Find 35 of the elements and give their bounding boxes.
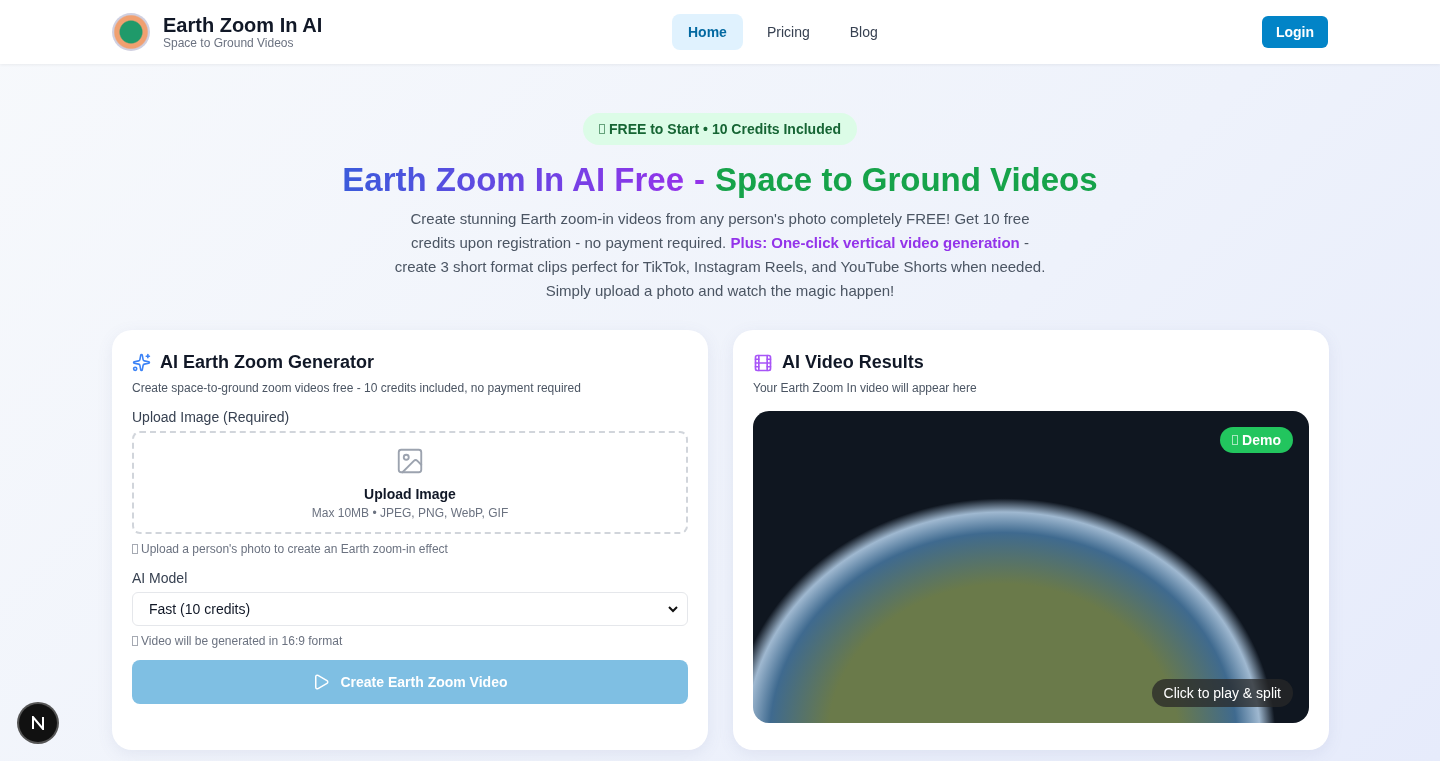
card-title: AI Video Results	[782, 352, 924, 373]
nav-link[interactable]: Home	[672, 14, 743, 50]
field-label: AI Model	[132, 570, 189, 586]
model-select[interactable]: Fast (10 credits)	[132, 592, 688, 626]
upload-hint: Max 10MB • JPEG, PNG, WebP, GIF	[311, 505, 509, 520]
brand-subtitle: Space to Ground Videos	[163, 36, 295, 50]
missing-glyph-icon	[132, 544, 138, 554]
upload-note: Upload a person's photo to create an Earth zoom-in effect	[141, 542, 448, 556]
nav-link[interactable]: Pricing	[750, 14, 826, 50]
card-subtitle: Your Earth Zoom In video will appear here	[753, 381, 978, 395]
play-icon	[312, 673, 331, 691]
logo-icon	[112, 13, 150, 51]
field-label: Upload Image (Required)	[132, 409, 291, 425]
play-hint[interactable]: Click to play & split	[1151, 679, 1293, 707]
title-separator: -	[694, 161, 705, 199]
nav-link[interactable]: Blog	[833, 14, 894, 50]
card-title: AI Earth Zoom Generator	[160, 352, 375, 373]
brand-title: Earth Zoom In AI	[163, 14, 323, 36]
sparkles-icon	[132, 353, 151, 372]
demo-badge: Demo	[1220, 427, 1293, 453]
n-logo-icon[interactable]	[19, 704, 57, 742]
upload-dropzone[interactable]: Upload Image Max 10MB • JPEG, PNG, WebP, GIF	[132, 431, 688, 534]
missing-glyph-icon	[132, 636, 138, 646]
hero-description: Create stunning Earth zoom-in videos from any person's photo completely FREE! Get 10 free credits upon registration - no payment required. Plus: One-click vertical video generation - create 3 short format clips perfect for TikTok, Instagram Reels, and YouTube Shorts when needed. Simply upload a photo and watch the magic happen!	[393, 209, 1047, 301]
free-badge: FREE to Start • 10 Credits Included	[582, 113, 858, 145]
chevron-down-icon	[667, 603, 679, 615]
missing-glyph-icon	[1232, 435, 1239, 445]
upload-title: Upload Image	[364, 485, 456, 502]
video-thumbnail[interactable]: Demo Click to play & split	[753, 411, 1309, 723]
login-button[interactable]: Login	[1261, 16, 1328, 48]
card-subtitle: Create space-to-ground zoom videos free - 10 credits included, no payment required	[132, 381, 582, 395]
missing-glyph-icon	[598, 124, 605, 134]
hero-title-accent: Space to Ground Videos	[715, 161, 1098, 199]
film-icon	[753, 352, 773, 373]
format-note: Video will be generated in 16:9 format	[141, 634, 343, 648]
